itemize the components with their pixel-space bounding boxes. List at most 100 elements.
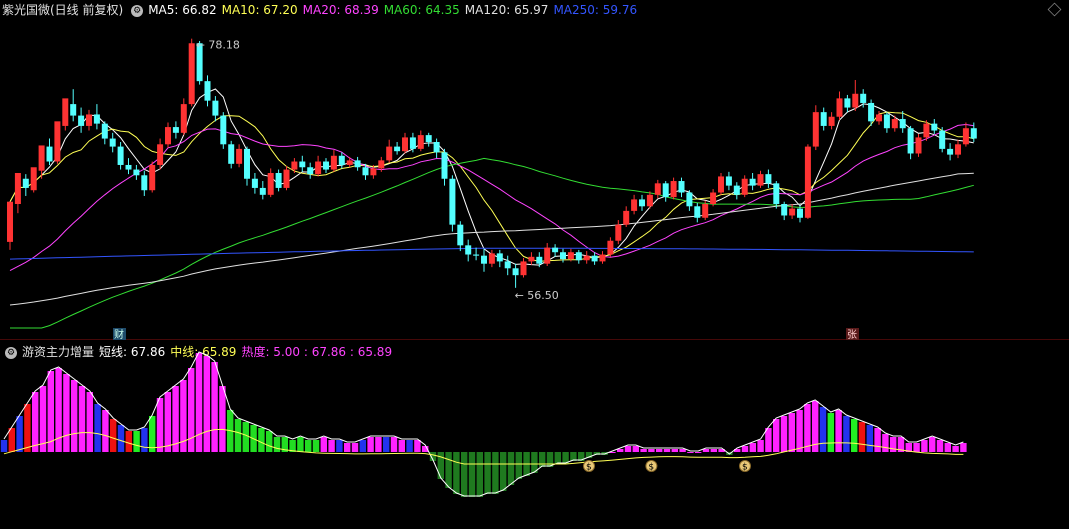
indicator-bar bbox=[695, 452, 702, 453]
indicator-bar bbox=[749, 443, 756, 452]
short-line bbox=[3, 351, 964, 497]
indicator-bar bbox=[375, 437, 382, 452]
indicator-bar bbox=[117, 425, 125, 452]
indicator-bar bbox=[258, 428, 265, 452]
indicator-bar bbox=[656, 449, 663, 452]
indicator-bar bbox=[741, 446, 749, 452]
indicator-bar bbox=[78, 386, 86, 452]
money-bag-icon-glyph: $ bbox=[648, 463, 654, 473]
indicator-bar bbox=[461, 452, 468, 497]
indicator-bar bbox=[94, 404, 101, 452]
indicator-bar bbox=[944, 443, 951, 452]
indicator-bar bbox=[468, 452, 476, 497]
indicator-bar bbox=[86, 392, 93, 452]
indicator-bar bbox=[320, 437, 327, 452]
indicator-bar bbox=[351, 443, 359, 452]
indicator-bar bbox=[414, 440, 421, 452]
indicator-bar bbox=[710, 449, 717, 452]
indicator-bar bbox=[492, 452, 499, 494]
indicator-bar bbox=[47, 371, 54, 452]
mid-line bbox=[3, 428, 964, 465]
indicator-bar bbox=[671, 449, 678, 452]
indicator-bar bbox=[796, 410, 803, 452]
indicator-bar bbox=[843, 416, 850, 452]
indicator-bar bbox=[390, 437, 398, 452]
indicator-bar bbox=[305, 440, 312, 452]
indicator-bar bbox=[936, 440, 944, 452]
indicator-bar bbox=[866, 425, 873, 452]
indicator-bar bbox=[632, 446, 639, 452]
indicator-bar bbox=[63, 374, 70, 452]
stock-chart-window: 紫光国微(日线 前复权) ⚙ MA5: 66.82 MA10: 67.20 MA20: … bbox=[0, 0, 1069, 529]
indicator-bar bbox=[149, 416, 156, 452]
indicator-bar bbox=[757, 440, 764, 452]
indicator-bar bbox=[367, 437, 374, 452]
indicator-bar bbox=[663, 449, 671, 452]
indicator-bar bbox=[312, 440, 320, 452]
indicator-bar bbox=[687, 452, 694, 453]
indicator-bar bbox=[554, 452, 561, 464]
indicator-chart[interactable]: $ $ $ bbox=[0, 0, 1069, 529]
indicator-bar bbox=[773, 419, 780, 452]
indicator-bar bbox=[819, 407, 827, 452]
indicator-bar bbox=[960, 443, 967, 452]
indicator-bar bbox=[874, 428, 881, 452]
indicator-bar bbox=[32, 392, 39, 452]
indicator-bar bbox=[266, 431, 273, 452]
indicator-bar bbox=[640, 449, 647, 452]
indicator-bar bbox=[273, 437, 281, 452]
indicator-bar bbox=[398, 440, 405, 452]
indicator-bar bbox=[780, 416, 788, 452]
indicator-bar bbox=[858, 422, 866, 452]
indicator-bar bbox=[24, 404, 31, 452]
indicator-bar bbox=[39, 386, 47, 452]
indicator-bar bbox=[882, 434, 889, 452]
bottom-status-strip bbox=[0, 519, 1069, 529]
indicator-bar bbox=[539, 452, 546, 467]
indicator-bar bbox=[679, 449, 686, 452]
indicator-bar bbox=[515, 452, 522, 479]
indicator-bar bbox=[125, 431, 132, 452]
indicator-bar bbox=[617, 449, 624, 452]
indicator-bar bbox=[8, 428, 15, 452]
indicator-bar bbox=[702, 449, 710, 452]
indicator-bar bbox=[297, 437, 304, 452]
indicator-bar bbox=[913, 443, 920, 452]
indicator-bar bbox=[172, 386, 179, 452]
indicator-bar bbox=[952, 446, 959, 452]
indicator-bar bbox=[445, 452, 452, 488]
indicator-bar bbox=[164, 392, 171, 452]
indicator-bar bbox=[507, 452, 515, 485]
indicator-bar bbox=[453, 452, 460, 494]
indicator-bar bbox=[929, 437, 936, 452]
indicator-bar bbox=[242, 422, 249, 452]
indicator-bar bbox=[827, 413, 834, 452]
indicator-bar bbox=[203, 356, 210, 452]
indicator-bar bbox=[890, 437, 897, 452]
indicator-bar bbox=[219, 386, 226, 452]
indicator-bar bbox=[624, 446, 632, 452]
indicator-bar bbox=[110, 419, 117, 452]
indicator-bar bbox=[211, 362, 218, 452]
indicator-bar bbox=[71, 380, 78, 452]
indicator-bar bbox=[0, 440, 8, 452]
indicator-bar bbox=[328, 440, 335, 452]
indicator-bar bbox=[484, 452, 491, 494]
indicator-bar bbox=[336, 440, 343, 452]
indicator-bar bbox=[765, 428, 772, 452]
indicator-bar bbox=[788, 413, 795, 452]
indicator-bar bbox=[921, 440, 928, 452]
indicator-bar bbox=[476, 452, 483, 497]
indicator-bar bbox=[648, 449, 655, 452]
money-bag-icon-glyph: $ bbox=[586, 463, 592, 473]
indicator-bar bbox=[234, 419, 242, 452]
indicator-bar bbox=[835, 410, 842, 452]
indicator-bar bbox=[156, 398, 164, 452]
indicator-bar bbox=[16, 416, 23, 452]
indicator-bar bbox=[344, 443, 351, 452]
indicator-bar bbox=[141, 428, 148, 452]
indicator-bar bbox=[133, 431, 140, 452]
indicator-bar bbox=[406, 440, 413, 452]
indicator-bar bbox=[383, 437, 390, 452]
indicator-bar bbox=[195, 353, 203, 452]
